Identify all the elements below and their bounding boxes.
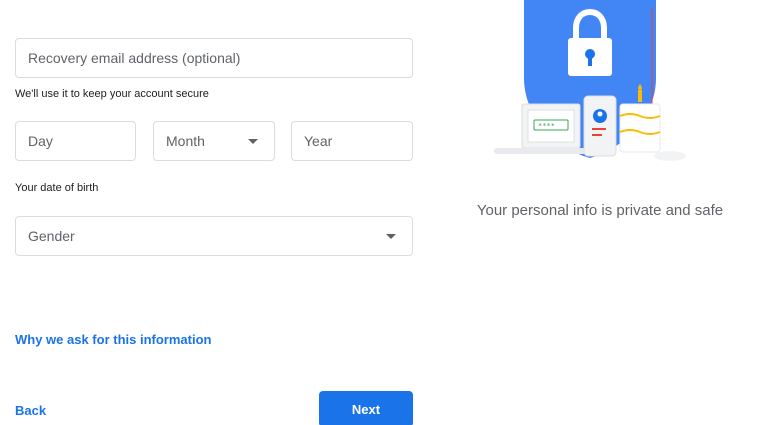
chevron-down-icon [248,138,258,144]
why-we-ask-link[interactable]: Why we ask for this information [15,332,211,347]
recovery-email-placeholder: Recovery email address (optional) [28,50,241,66]
year-field[interactable]: Year [291,121,413,161]
gender-selected-value: Gender [28,228,75,244]
birthdate-helper: Your date of birth [15,182,99,194]
day-placeholder: Day [28,133,53,149]
day-field[interactable]: Day [15,121,136,161]
month-selected-value: Month [166,133,205,149]
privacy-illustration: **** [494,0,686,161]
chevron-down-icon [386,233,396,239]
next-button[interactable]: Next [319,391,413,425]
recovery-email-field[interactable]: Recovery email address (optional) [15,38,413,78]
gender-select[interactable]: Gender [15,216,413,256]
month-select[interactable]: Month [153,121,275,161]
phone-icon [583,95,617,157]
recovery-email-helper: We'll use it to keep your account secure [15,88,209,100]
year-placeholder: Year [304,133,333,149]
privacy-caption: Your personal info is private and safe [476,202,724,219]
back-button[interactable]: Back [15,403,46,418]
svg-text:****: **** [538,122,555,130]
signup-page: Recovery email address (optional) We'll … [0,0,767,425]
laptop-icon: **** [494,103,594,154]
